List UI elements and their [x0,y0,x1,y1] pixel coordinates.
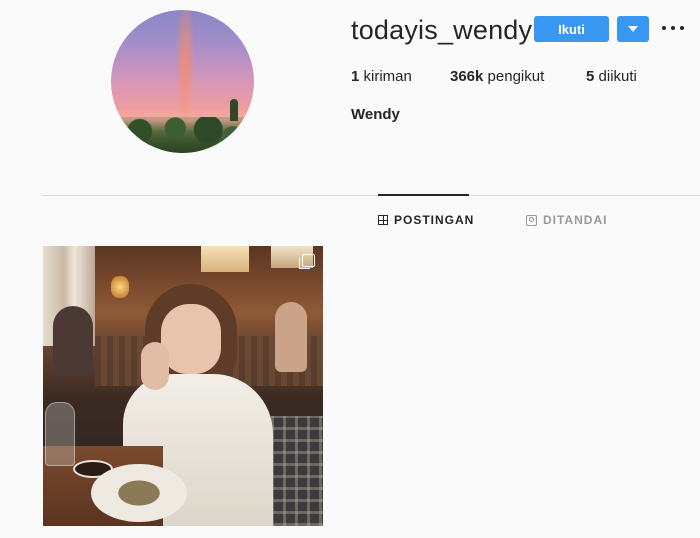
stat-followers-count: 366k [450,68,484,85]
tab-posts[interactable]: POSTINGAN [378,213,474,227]
post-window [201,246,249,272]
more-options-icon[interactable] [662,16,684,40]
tabs-divider [42,195,700,196]
more-dot [662,26,666,30]
stat-following[interactable]: 5 diikuti [586,68,637,86]
active-tab-indicator [378,194,469,196]
follow-button[interactable]: Ikuti [534,16,609,42]
tag-icon [526,214,537,226]
tab-tagged-label: DITANDAI [543,213,608,227]
post-chair [271,416,323,526]
post-plate [91,464,187,522]
avatar-tree [229,98,238,121]
post-person-bg-2 [275,302,307,372]
stat-following-count: 5 [586,68,595,85]
follow-dropdown-button[interactable] [617,16,649,42]
tab-tagged[interactable]: DITANDAI [526,213,607,227]
stat-following-label: diikuti [598,68,637,85]
avatar-trees [111,117,254,153]
post-thumbnail[interactable] [43,246,323,526]
chevron-down-icon [628,26,638,32]
multiple-photos-icon [299,254,315,269]
profile-avatar[interactable] [111,10,254,153]
post-lamp [111,276,129,298]
stat-posts-count: 1 [351,68,360,85]
post-face [161,304,221,374]
profile-username: todayis_wendy [351,15,533,45]
profile-full-name: Wendy [351,106,400,123]
post-hand [141,342,169,390]
stat-followers[interactable]: 366k pengikut [450,68,544,86]
tab-posts-label: POSTINGAN [394,213,475,227]
stat-followers-label: pengikut [487,68,545,85]
post-glass [45,402,75,466]
stat-posts[interactable]: 1 kiriman [351,68,412,86]
more-dot [671,26,675,30]
grid-icon [378,215,388,225]
stat-posts-label: kiriman [363,68,412,85]
more-dot [680,26,684,30]
post-person-bg [53,306,93,376]
